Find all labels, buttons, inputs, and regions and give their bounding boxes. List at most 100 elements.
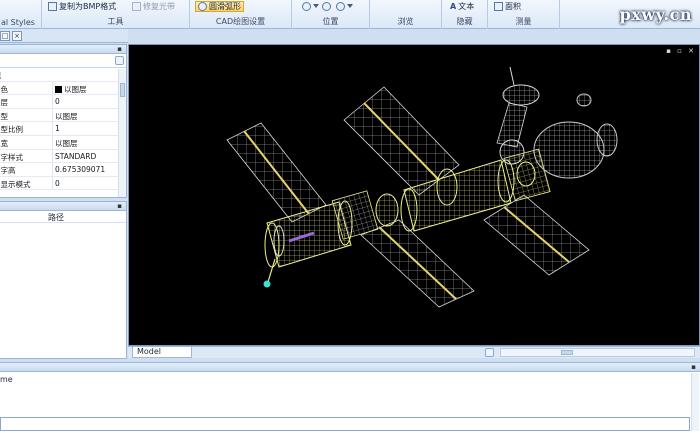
pan-icon	[302, 2, 311, 11]
copy-bmp-label: 复制为BMP格式	[59, 2, 117, 11]
properties-panel-header: ▪	[0, 45, 126, 54]
property-row[interactable]: 常规	[0, 68, 126, 82]
command-history: me	[0, 375, 13, 384]
area-button-label: 面积	[505, 2, 521, 11]
document-tab-strip: □ ×	[0, 29, 128, 43]
property-value[interactable]: 以图层	[55, 84, 87, 95]
command-scrollbar[interactable]	[691, 373, 699, 431]
measure-group: 面积 测量	[488, 0, 560, 29]
copy-icon	[48, 2, 57, 11]
area-icon	[494, 2, 503, 11]
property-key: 线宽	[0, 138, 8, 148]
property-key: 图层	[0, 98, 8, 108]
position-group-label: 位置	[322, 17, 339, 26]
property-key: 线型比例	[0, 125, 23, 135]
cad-settings-label: CAD绘图设置	[215, 17, 266, 26]
property-value[interactable]: 以图层	[55, 138, 78, 149]
orbit-button[interactable]	[336, 1, 353, 12]
pan-button[interactable]	[302, 1, 319, 12]
doc-tab-icon[interactable]: □	[0, 31, 10, 41]
space-station-wireframe	[226, 66, 618, 308]
viewport-status-bar: Model	[128, 346, 700, 358]
styles-group: al Styles	[0, 0, 42, 29]
text-button[interactable]: A 文本	[450, 1, 474, 12]
command-panel-header: ▪	[0, 363, 700, 372]
node-sphere-left	[375, 193, 399, 227]
drawing-viewport[interactable]: ▪ ▫ ✕	[128, 44, 700, 346]
property-value[interactable]: 0.675309071	[55, 165, 105, 174]
area-button[interactable]: 面积	[494, 1, 521, 12]
chevron-down-icon[interactable]	[115, 56, 124, 65]
property-value[interactable]: STANDARD	[55, 152, 96, 161]
scroll-thumb[interactable]	[120, 83, 125, 97]
antenna-tip	[263, 280, 271, 288]
layout-dropdown-button[interactable]	[485, 348, 494, 357]
styles-group-label: al Styles	[1, 18, 35, 27]
arc-icon	[198, 2, 207, 11]
properties-scrollbar[interactable]	[118, 69, 126, 197]
property-value[interactable]: 1	[55, 124, 60, 133]
smooth-arc-label: 圆滑弧形	[209, 2, 241, 11]
repair-icon	[132, 2, 141, 11]
property-key: 文字样式	[0, 152, 23, 162]
property-row[interactable]: 点显示模式 0	[0, 176, 126, 191]
property-key: 颜色	[0, 84, 8, 94]
property-row[interactable]: 颜色 以图层	[0, 81, 126, 96]
position-group: 位置	[292, 0, 370, 29]
property-row[interactable]: 文字样式 STANDARD	[0, 149, 126, 164]
orbit-dropdown-icon	[347, 4, 353, 9]
property-row[interactable]: 线型 以图层	[0, 108, 126, 123]
property-key: 文字高	[0, 166, 16, 176]
watermark: pxwy.cn	[619, 5, 692, 24]
property-value[interactable]: 以图层	[55, 111, 78, 122]
object-type-combo[interactable]	[0, 54, 126, 68]
docking-mast	[496, 66, 540, 148]
pin-icon[interactable]: ▪	[117, 45, 122, 53]
antenna	[267, 258, 276, 283]
browse-group: 浏览	[370, 0, 442, 29]
orbit-icon	[336, 2, 345, 11]
zoom-icon	[322, 2, 331, 11]
command-input[interactable]	[0, 417, 690, 431]
property-key: 线型	[0, 111, 8, 121]
property-value[interactable]: 0	[55, 179, 60, 188]
solar-panel-right-lower	[483, 194, 590, 276]
copy-bmp-button[interactable]: 复制为BMP格式	[48, 1, 116, 12]
ribbon: al Styles 复制为BMP格式 修复光带 工具 圆滑弧形 CAD绘图设置	[0, 0, 700, 29]
properties-panel: ▪ 常规 颜色 以图层 图层 0 线型 以图层 线型比例 1 线宽 以图层 文字…	[0, 44, 127, 198]
browse-group-label: 浏览	[397, 17, 414, 26]
tab-model[interactable]: Model	[132, 347, 192, 358]
text-icon: A	[450, 2, 457, 11]
zoom-button[interactable]	[322, 1, 331, 12]
text-button-label: 文本	[458, 2, 475, 11]
property-row[interactable]: 图层 0	[0, 95, 126, 109]
tools-group: 复制为BMP格式 修复光带 工具	[42, 0, 190, 29]
layers-panel: ▪ 路径	[0, 201, 127, 359]
layers-panel-header: ▪	[0, 202, 126, 211]
repair-light-button[interactable]: 修复光带	[132, 1, 175, 12]
pin-icon[interactable]: ▪	[117, 202, 122, 210]
property-key: 常规	[0, 70, 36, 81]
solar-panel-left-upper	[226, 122, 327, 223]
property-row[interactable]: 线宽 以图层	[0, 135, 126, 150]
path-column-header[interactable]: 路径	[48, 212, 64, 223]
layers-column-header: 路径	[0, 211, 126, 223]
hide-group: A 文本 隐藏	[442, 0, 488, 29]
grey-module	[533, 93, 618, 179]
pan-dropdown-icon	[313, 4, 319, 9]
command-panel: ▪ me	[0, 362, 700, 433]
smooth-arc-button[interactable]: 圆滑弧形	[195, 1, 244, 12]
scroll-thumb[interactable]	[561, 350, 573, 355]
cad-settings-group: 圆滑弧形 CAD绘图设置	[190, 0, 292, 29]
property-value[interactable]: 0	[55, 97, 60, 106]
property-row[interactable]: 线型比例 1	[0, 122, 126, 136]
measure-group-label: 测量	[515, 17, 532, 26]
pin-icon[interactable]: ▪	[691, 363, 696, 371]
solar-panel-left-lower	[360, 219, 475, 308]
tools-group-label: 工具	[107, 17, 124, 26]
horizontal-scrollbar[interactable]	[500, 348, 695, 357]
property-row[interactable]: 文字高 0.675309071	[0, 163, 126, 177]
repair-light-label: 修复光带	[143, 2, 175, 11]
property-key: 点显示模式	[0, 179, 31, 189]
doc-tab-close-icon[interactable]: ×	[12, 31, 22, 41]
